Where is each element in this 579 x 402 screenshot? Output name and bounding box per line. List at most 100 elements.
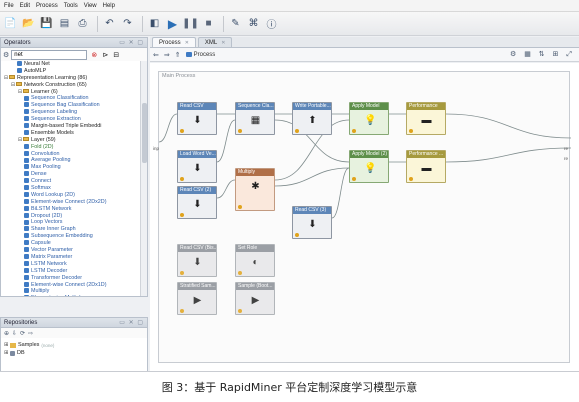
back-icon[interactable]: ⇐ [153,51,159,59]
menu-tools[interactable]: Tools [64,3,78,9]
menu-edit[interactable]: Edit [20,3,30,9]
open-icon[interactable]: 📂 [21,16,36,31]
connection-wire[interactable] [274,167,350,187]
operator-read-csv-bis[interactable]: Read CSV (Bis... ⬇ [177,244,217,277]
connection-wire[interactable] [445,113,571,139]
operator-stratified[interactable]: Stratified Sam... ▶ [177,282,217,315]
tree-folder[interactable]: ⊟ Representation Learning (86) [1,75,147,82]
close-icon[interactable]: ✕ [185,40,189,46]
collapse-icon[interactable]: ⊟ [112,51,120,59]
info-icon[interactable]: ⓘ [264,16,279,31]
tree-operator[interactable]: Subsequence Embedding [1,233,147,240]
filter-icon[interactable]: ⚙ [3,51,9,59]
operator-load-word[interactable]: Load Word Ve... ⬇ [177,150,217,183]
tree-operator[interactable]: Softmax [1,185,147,192]
operator-sample-boot[interactable]: Sample (Boot... ▶ [235,282,275,315]
connection-wire[interactable] [331,167,350,219]
tree-operator[interactable]: Sequence Classification [1,95,147,102]
tree-operator[interactable]: Word Lookup (2D) [1,192,147,199]
tree-operator[interactable]: AutoMLP [1,68,147,75]
tree-operator[interactable]: Vector Parameter [1,247,147,254]
new-icon[interactable]: 📄 [3,16,18,31]
tree-operator[interactable]: Transformer Decoder [1,275,147,282]
operator-seq-cls[interactable]: Sequence Cla... ▦ [235,102,275,135]
refresh-icon[interactable]: ⟳ [20,330,28,337]
xml-icon[interactable]: ⌘ [246,16,261,31]
tree-folder[interactable]: ⊟ Learner (6) [1,89,147,96]
tree-operator[interactable]: Convolution [1,151,147,158]
operator-read-csv-2[interactable]: Read CSV (2) ⬇ [177,186,217,219]
tree-operator[interactable]: Fold (2D) [1,144,147,151]
tree-folder[interactable]: ⊟ Layer (59) [1,137,147,144]
expand-icon[interactable]: ⊳ [101,51,109,59]
process-canvas[interactable]: Main Process inp re re Read CSV ⬇ Sequence… [153,71,571,363]
tree-operator[interactable]: Element-wise Connect (2Dx2D) [1,199,147,206]
menu-file[interactable]: File [4,3,14,9]
add-repository-icon[interactable]: ⊕ [4,330,12,337]
repo-item-db[interactable]: ⊞ DB [4,349,144,357]
print-icon[interactable]: ⎙ [75,16,90,31]
operator-read-csv-3[interactable]: Read CSV (3) ⬇ [292,206,332,239]
tree-operator[interactable]: Sequence Bag Classification [1,102,147,109]
tree-operator[interactable]: LSTM Network [1,261,147,268]
connection-wire[interactable] [159,113,178,143]
operator-write-portable[interactable]: Write Portable... ⬆ [292,102,332,135]
operator-apply-model-2[interactable]: Apply Model (2) 💡 [349,150,389,183]
run-icon[interactable]: ◧ [147,16,162,31]
redo-icon[interactable]: ↷ [120,16,135,31]
menu-view[interactable]: View [84,3,97,9]
panel-controls-icon[interactable]: ▭ ✕ ▢ [119,319,144,326]
close-icon[interactable]: ✕ [221,40,225,46]
open-repo-icon[interactable]: ⇨ [28,330,36,337]
tree-operator[interactable]: Sequence Extraction [1,116,147,123]
tree-operator[interactable]: Dense [1,171,147,178]
operator-performance-2[interactable]: Performance ... ▬ [406,150,446,183]
wizard-icon[interactable]: ✎ [228,16,243,31]
operator-performance-1[interactable]: Performance ▬ [406,102,446,135]
canvas-tools-icon[interactable]: ⚙ ▦ ⇅ ⊞ ⤢ [510,50,575,59]
connection-wire[interactable] [445,147,571,163]
tree-operator[interactable]: Element-wise Connect (2Dx1D) [1,282,147,289]
play-icon[interactable]: ▶ [165,16,180,31]
breadcrumb[interactable]: Process [185,52,215,58]
tree-operator[interactable]: Margin-based Triple Embeddi [1,123,147,130]
tab-xml[interactable]: XML ✕ [197,37,233,47]
menu-help[interactable]: Help [103,3,115,9]
tree-operator[interactable]: Share Inner Graph [1,226,147,233]
tree-operator[interactable]: Connect [1,178,147,185]
operator-multiply[interactable]: Multiply ✱ [235,168,275,211]
operators-scrollbar[interactable] [140,61,147,296]
tree-operator[interactable]: Neural Net [1,61,147,68]
tree-operator[interactable]: BiLSTM Network [1,206,147,213]
save-icon[interactable]: 💾 [39,16,54,31]
stop-icon[interactable]: ■ [201,16,216,31]
tree-operator[interactable]: Average Pooling [1,157,147,164]
tree-operator[interactable]: Sequence Labeling [1,109,147,116]
scrollbar-thumb[interactable] [142,103,147,163]
tree-operator[interactable]: Multiply [1,288,147,295]
operators-search-input[interactable] [11,49,88,60]
operator-read-csv-1[interactable]: Read CSV ⬇ [177,102,217,135]
tree-operator[interactable]: Matrix Parameter [1,254,147,261]
connection-wire[interactable] [216,119,236,163]
tree-operator[interactable]: Max Pooling [1,164,147,171]
tab-process[interactable]: Process ✕ [152,37,196,47]
tree-operator[interactable]: Loop Vectors [1,219,147,226]
repo-item-samples[interactable]: ⊞ Samples (none) [4,341,144,349]
clear-search-icon[interactable]: ⊗ [90,51,98,59]
menu-process[interactable]: Process [36,3,58,9]
import-icon[interactable]: ⇩ [12,330,20,337]
panel-controls-icon[interactable]: ▭ ✕ ▢ [119,39,144,46]
pause-icon[interactable]: ❚❚ [182,16,199,31]
connection-wire[interactable] [216,179,236,199]
undo-icon[interactable]: ↶ [102,16,117,31]
save-as-icon[interactable]: ▤ [57,16,72,31]
tree-operator[interactable]: Dropout (2D) [1,213,147,220]
up-icon[interactable]: ⇑ [175,51,181,59]
forward-icon[interactable]: ⇒ [164,51,170,59]
tree-operator[interactable]: Capsule [1,240,147,247]
operator-apply-model-1[interactable]: Apply Model 💡 [349,102,389,135]
tree-folder[interactable]: ⊟ Network Construction (65) [1,82,147,89]
operator-set-role[interactable]: Set Role ◐ [235,244,275,277]
tree-operator[interactable]: Ensemble Models [1,130,147,137]
